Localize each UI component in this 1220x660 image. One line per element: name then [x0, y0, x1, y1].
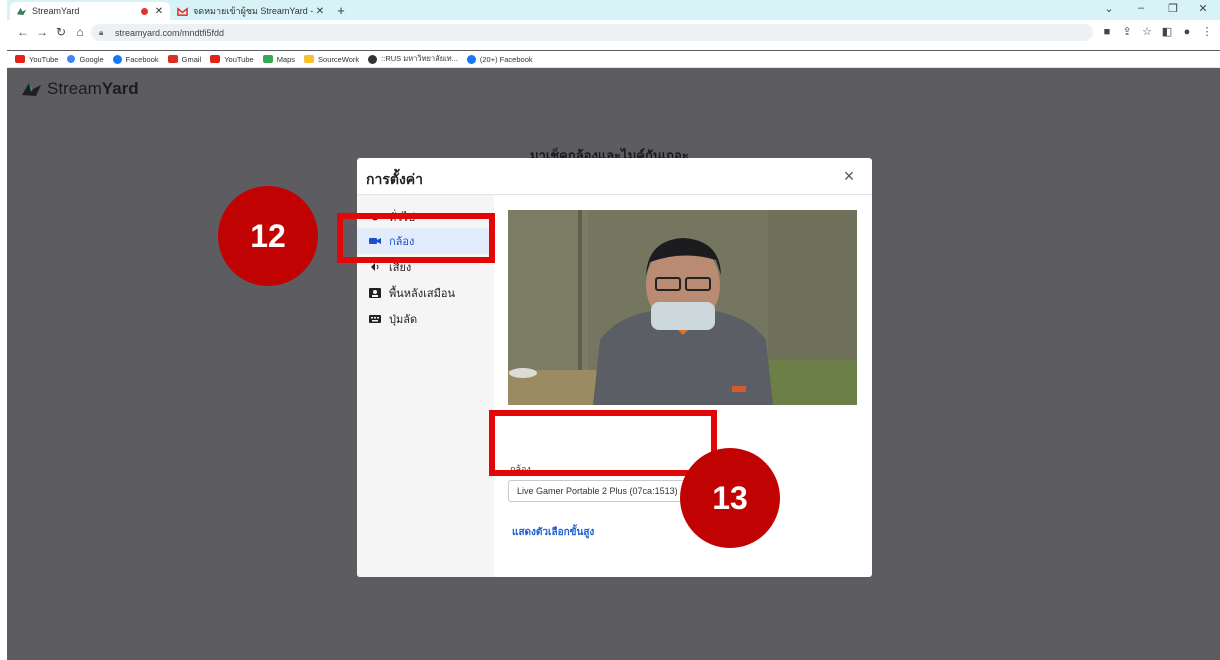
tab-close-icon[interactable]: ✕	[152, 6, 166, 17]
bookmark-item[interactable]: ::RUS มหาวิทยาลัยเท...	[368, 53, 458, 65]
logo-text-bold: Yard	[101, 79, 139, 98]
recording-indicator-icon	[141, 7, 148, 15]
lock-icon: 🔒︎	[99, 27, 104, 37]
sidebar-item-hotkeys[interactable]: ปุ่มลัด	[357, 306, 494, 332]
forward-icon[interactable]: →	[34, 24, 50, 40]
sidebar-item-label: พื้นหลังเสมือน	[389, 288, 455, 300]
close-icon[interactable]: ×	[840, 165, 858, 187]
bookmark-item[interactable]: SourceWork	[304, 55, 359, 64]
gmail-favicon-icon	[177, 6, 188, 16]
sidebar-item-virtual-background[interactable]: พื้นหลังเสมือน	[357, 280, 494, 306]
sidebar-item-label: ปุ่มลัด	[389, 314, 418, 326]
bookmark-item[interactable]: Maps	[262, 55, 295, 64]
highlight-box-camera-select	[489, 410, 717, 476]
tab-strip: StreamYard ✕ จดหมายเข้าผู้ชม StreamYard …	[7, 0, 1220, 20]
bookmark-star-icon[interactable]: ☆	[1139, 24, 1155, 40]
audio-icon	[371, 263, 379, 271]
streamyard-favicon-icon	[16, 7, 27, 15]
new-tab-button[interactable]: +	[333, 3, 349, 18]
tab-title: จดหมายเข้าผู้ชม StreamYard - produ...	[193, 6, 313, 16]
facebook-icon	[466, 54, 476, 64]
facebook-icon	[112, 54, 122, 64]
camera-select-value: Live Gamer Portable 2 Plus (07ca:1513)	[517, 486, 678, 496]
modal-header: การตั้งค่า ×	[357, 158, 872, 195]
camera-preview-image	[508, 210, 857, 405]
tab-close-icon[interactable]: ✕	[313, 6, 327, 17]
home-icon[interactable]: ⌂	[72, 24, 88, 40]
bookmark-item[interactable]: Gmail	[167, 55, 201, 64]
gmail-icon	[167, 55, 178, 63]
camera-select[interactable]: Live Gamer Portable 2 Plus (07ca:1513) ⌄	[508, 480, 697, 502]
youtube-icon	[15, 55, 25, 63]
step-badge-12: 12	[218, 186, 318, 286]
camera-in-use-icon[interactable]: ■	[1099, 24, 1115, 40]
restore-icon[interactable]: ❐	[1163, 2, 1183, 15]
portrait-icon	[369, 288, 381, 298]
back-icon[interactable]: ←	[15, 24, 31, 40]
share-icon[interactable]: ⇪	[1119, 24, 1135, 40]
youtube-icon	[210, 55, 221, 63]
reload-icon[interactable]: ↻	[53, 24, 69, 40]
streamyard-bird-icon	[22, 83, 41, 96]
bookmarks-bar: YouTube Google Facebook Gmail YouTube Ma…	[7, 51, 1220, 68]
logo-text-light: Stream	[47, 79, 102, 98]
browser-window: StreamYard ✕ จดหมายเข้าผู้ชม StreamYard …	[7, 0, 1220, 660]
tab-streamyard[interactable]: StreamYard ✕	[10, 2, 170, 20]
url-text: streamyard.com/mndtfi5fdd	[115, 27, 225, 38]
bookmark-item[interactable]: (20+) Facebook	[466, 54, 533, 64]
browser-toolbar: ← → ↻ ⌂ 🔒︎ streamyard.com/mndtfi5fdd ■ ⇪…	[7, 20, 1220, 50]
maps-icon	[262, 55, 273, 63]
minimize-icon[interactable]: –	[1131, 2, 1151, 14]
tab-title: StreamYard	[32, 6, 80, 16]
bookmark-item[interactable]: YouTube	[15, 55, 58, 64]
profile-avatar-icon[interactable]: ●	[1179, 24, 1195, 40]
advanced-options-link[interactable]: แสดงตัวเลือกขั้นสูง	[512, 525, 594, 540]
side-panel-icon[interactable]: ◧	[1159, 24, 1175, 40]
globe-icon	[368, 54, 378, 64]
bookmark-item[interactable]: Google	[67, 55, 104, 64]
google-icon	[67, 55, 76, 63]
address-bar[interactable]: 🔒︎ streamyard.com/mndtfi5fdd	[91, 24, 1093, 41]
streamyard-logo: StreamYard	[21, 79, 139, 99]
step-badge-13: 13	[680, 448, 780, 548]
tab-gmail[interactable]: จดหมายเข้าผู้ชม StreamYard - produ... ✕	[173, 2, 331, 20]
camera-preview	[508, 210, 857, 405]
menu-icon[interactable]: ⋮	[1199, 24, 1215, 40]
folder-icon	[304, 55, 315, 63]
modal-title: การตั้งค่า	[366, 171, 424, 187]
close-window-icon[interactable]: ✕	[1193, 2, 1213, 15]
bookmark-item[interactable]: YouTube	[210, 55, 254, 64]
highlight-box-camera-tab	[337, 213, 495, 263]
camera-settings-panel: กล้อง Live Gamer Portable 2 Plus (07ca:1…	[494, 195, 872, 577]
tab-search-icon[interactable]: ⌄	[1099, 2, 1119, 15]
bookmark-item[interactable]: Facebook	[112, 54, 159, 64]
keyboard-icon	[369, 315, 381, 323]
